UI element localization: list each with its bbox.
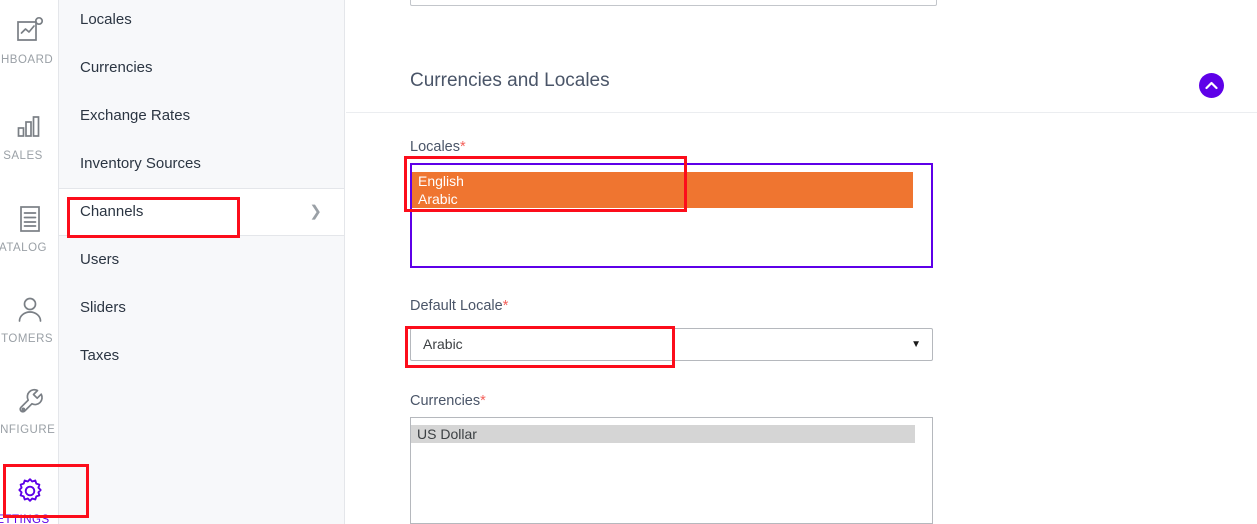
sales-bar-chart-icon xyxy=(0,104,58,150)
sidebar-item-taxes[interactable]: Taxes xyxy=(59,332,344,380)
sidebar-item-label: Exchange Rates xyxy=(80,107,191,124)
sidebar-item-inventory-sources[interactable]: Inventory Sources xyxy=(59,140,344,188)
currencies-multiselect[interactable]: US Dollar xyxy=(410,417,933,524)
sidebar-item-locales[interactable]: Locales xyxy=(59,0,344,44)
rail-label-customers: STOMERS xyxy=(0,333,54,345)
rail-item-catalog[interactable]: ATALOG xyxy=(0,196,58,254)
sidebar-item-channels[interactable]: Channels ❯ xyxy=(59,188,344,236)
rail-label-dashboard: SHBOARD xyxy=(0,54,54,66)
default-locale-select[interactable]: Arabic ▼ xyxy=(410,328,933,361)
catalog-document-icon xyxy=(0,196,58,242)
default-locale-value: Arabic xyxy=(423,336,463,352)
required-asterisk: * xyxy=(502,298,509,314)
rail-label-catalog: ATALOG xyxy=(0,242,47,254)
chevron-right-icon: ❯ xyxy=(309,203,322,220)
list-item[interactable]: English xyxy=(412,172,913,190)
sidebar-item-label: Inventory Sources xyxy=(80,155,201,172)
rail-item-sales[interactable]: SALES xyxy=(0,104,58,162)
sidebar-item-users[interactable]: Users xyxy=(59,236,344,284)
rail-label-sales: SALES xyxy=(3,150,43,162)
scrolled-off-input[interactable] xyxy=(410,0,937,6)
list-item[interactable]: Arabic xyxy=(412,190,913,208)
locales-multiselect[interactable]: English Arabic xyxy=(410,163,933,268)
sidebar-item-label: Sliders xyxy=(80,299,126,316)
sidebar-item-label: Locales xyxy=(80,11,132,28)
settings-gear-icon xyxy=(0,468,58,514)
rail-label-settings: ETTINGS xyxy=(0,514,50,524)
sidebar-item-label: Taxes xyxy=(80,347,120,364)
required-asterisk: * xyxy=(459,139,466,155)
section-collapse-button[interactable] xyxy=(1199,73,1224,98)
currencies-field-label: Currencies* xyxy=(410,393,486,409)
required-asterisk: * xyxy=(480,393,486,409)
primary-icon-rail: SHBOARD SALES ATALOG xyxy=(0,0,59,524)
settings-sub-navigation: Locales Currencies Exchange Rates Invent… xyxy=(59,0,345,524)
sidebar-item-label: Channels xyxy=(80,203,144,220)
sidebar-item-sliders[interactable]: Sliders xyxy=(59,284,344,332)
rail-item-configure[interactable]: ONFIGURE xyxy=(0,378,58,436)
section-header: Currencies and Locales xyxy=(346,60,1257,113)
main-content: Currencies and Locales Locales* English … xyxy=(346,0,1257,524)
rail-item-customers[interactable]: STOMERS xyxy=(0,287,58,345)
customers-person-icon xyxy=(0,287,58,333)
sidebar-item-label: Currencies xyxy=(80,59,153,76)
sidebar-item-exchange-rates[interactable]: Exchange Rates xyxy=(59,92,344,140)
app-root: SHBOARD SALES ATALOG xyxy=(0,0,1257,524)
configure-wrench-icon xyxy=(0,378,58,424)
rail-item-settings[interactable]: ETTINGS xyxy=(0,468,58,524)
chevron-up-icon xyxy=(1205,81,1218,90)
chevron-down-icon: ▼ xyxy=(911,339,921,350)
sidebar-item-label: Users xyxy=(80,251,120,268)
dashboard-icon xyxy=(0,8,58,54)
locales-field-label: Locales* xyxy=(410,139,466,155)
rail-item-dashboard[interactable]: SHBOARD xyxy=(0,8,58,66)
list-item[interactable]: US Dollar xyxy=(411,425,915,443)
rail-label-configure: ONFIGURE xyxy=(0,424,56,436)
default-locale-field-label: Default Locale* xyxy=(410,298,509,314)
section-title: Currencies and Locales xyxy=(410,70,610,91)
sidebar-item-currencies[interactable]: Currencies xyxy=(59,44,344,92)
